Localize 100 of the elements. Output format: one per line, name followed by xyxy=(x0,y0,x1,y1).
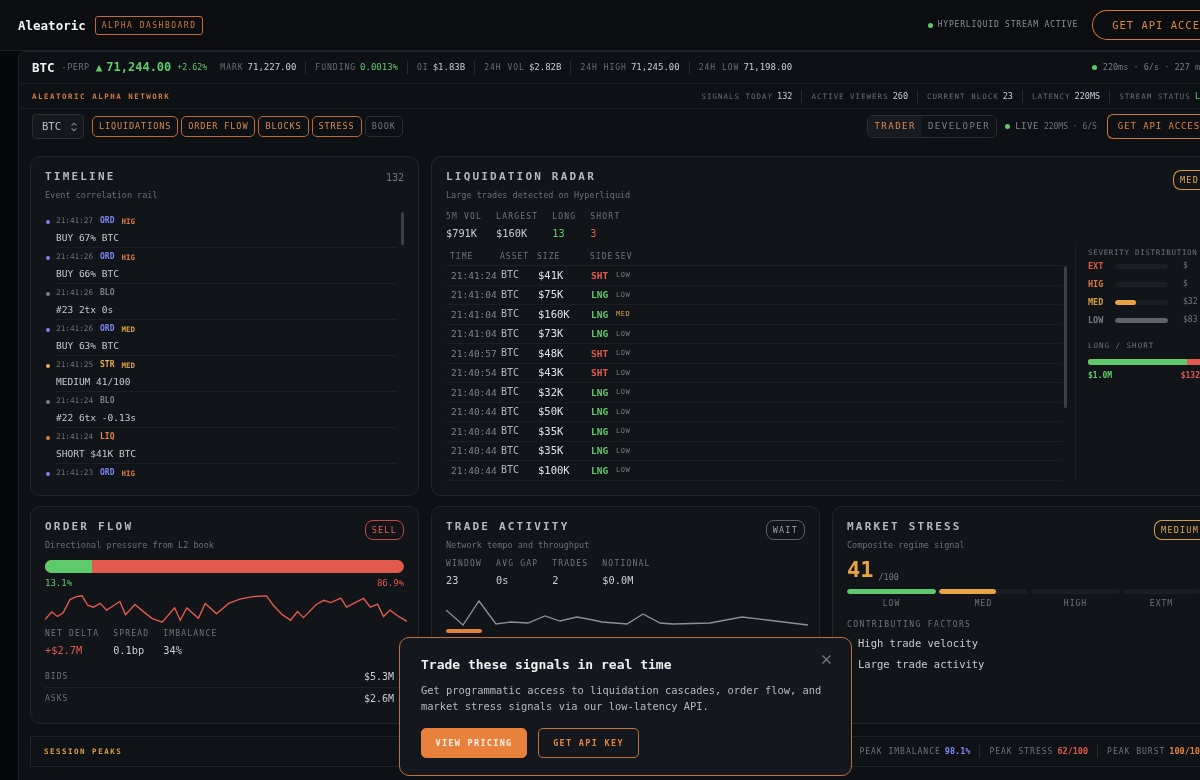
card-subtitle: Network tempo and throughput xyxy=(446,540,590,551)
stat-value: 71,198.00 xyxy=(743,62,793,73)
side-cell-text: LNG xyxy=(591,406,610,418)
stat-label: 24H LOW xyxy=(698,62,740,73)
stat-value: $0.0M xyxy=(602,574,635,587)
severity-value: $ xyxy=(1183,261,1188,271)
asset-cell-text: BTC xyxy=(501,327,521,340)
peak-value: 98.1% xyxy=(944,746,971,757)
last-price: 71,244.00 xyxy=(106,60,172,75)
size-cell-text: $100K xyxy=(538,463,571,477)
filter-toggle[interactable]: STRESS xyxy=(311,116,362,137)
side-cell-text: LNG xyxy=(591,289,610,301)
stat-label: FUNDING xyxy=(315,62,357,73)
time-cell-text: 21:40:44 xyxy=(451,425,498,437)
card-subtitle: Event correlation rail xyxy=(45,190,158,201)
stat-value: 3 xyxy=(590,227,598,240)
size-cell-text: $50K xyxy=(538,405,565,419)
stat-value: 23 xyxy=(1002,90,1013,102)
asset-cell-text: BTC xyxy=(501,405,521,418)
long-value: $1.0M xyxy=(1088,371,1113,381)
price-arrow: ▲ xyxy=(95,60,103,75)
stat-label: 24H HIGH xyxy=(580,62,627,73)
factor-text: High trade velocity xyxy=(857,637,980,650)
sell-percent: 86.9% xyxy=(376,578,404,589)
stress-score: 41 xyxy=(847,559,874,581)
api-access-button[interactable]: GET API ACCES xyxy=(1106,114,1200,139)
status-badge: WAIT xyxy=(765,520,805,540)
asset-cell-text: BTC xyxy=(501,425,521,438)
brand-name: Aleatoric xyxy=(18,17,86,33)
api-key-button[interactable]: GET API KEY xyxy=(538,728,639,758)
time-cell-text: 21:41:24 xyxy=(451,269,498,281)
stat-label: NET DELTA xyxy=(45,629,100,639)
asset-cell-text: BTC xyxy=(501,269,521,282)
asset-cell-text: BTC xyxy=(501,386,521,399)
mode-tab[interactable]: TRADER xyxy=(868,116,922,137)
popup-text: Get programmatic access to liquidation cascades, order flow, and market stress signals via our low-latency API. xyxy=(421,683,823,714)
book-label: ASKS xyxy=(45,694,69,704)
section-label: CONTRIBUTING FACTORS xyxy=(847,619,973,630)
stat-value: L xyxy=(1194,90,1200,102)
side-cell-text: LNG xyxy=(591,308,610,320)
card-title: MARKET STRESS xyxy=(847,520,963,534)
live-label: LIVE xyxy=(1015,121,1039,132)
close-icon[interactable] xyxy=(822,655,831,664)
filter-toggle[interactable]: LIQUIDATIONS xyxy=(92,116,179,137)
event-text: BUY 66% BTC xyxy=(56,267,120,280)
live-stats: 220MS · 6/S xyxy=(1043,121,1097,132)
card-subtitle: Directional pressure from L2 book xyxy=(45,540,214,551)
stat-value: 23 xyxy=(446,574,460,587)
time-cell-text: 21:41:04 xyxy=(451,289,498,301)
updown-chevron-icon xyxy=(71,121,77,132)
severity-value: $ xyxy=(1183,279,1188,289)
filter-toggle[interactable]: BLOCKS xyxy=(258,116,309,137)
stat-value: 34% xyxy=(163,644,183,657)
event-type: BLO xyxy=(100,288,115,298)
event-text: SHORT $41K BTC xyxy=(56,447,138,460)
time-cell-text: 21:40:44 xyxy=(451,406,498,418)
asset-cell-text: BTC xyxy=(501,464,521,477)
contract-type: -PERP xyxy=(61,62,90,73)
segment-label: MED xyxy=(973,599,994,609)
asset-cell-text: BTC xyxy=(501,444,521,457)
score-scale: /100 xyxy=(878,572,899,581)
segment-label: EXTM xyxy=(1148,599,1175,609)
asset-cell-text: BTC xyxy=(501,366,521,379)
asset-cell-text: BTC xyxy=(501,308,521,321)
stat-value: 220MS xyxy=(1074,90,1101,102)
event-type: ORD xyxy=(100,324,115,334)
size-cell-text: $160K xyxy=(538,307,571,321)
event-type: ORD xyxy=(100,216,115,226)
peak-value: 100/10 xyxy=(1169,746,1200,757)
severity-label: EXT xyxy=(1088,260,1105,272)
severity-label: MED xyxy=(1088,296,1105,308)
stat-label: LARGEST xyxy=(496,212,539,222)
side-cell-text: LNG xyxy=(591,464,610,476)
factor-text: Large trade activity xyxy=(857,657,986,671)
event-type: BLO xyxy=(100,396,115,406)
peak-label: PEAK STRESS xyxy=(989,746,1054,757)
stat-value: 71,245.00 xyxy=(630,62,680,73)
side-cell-text: SHT xyxy=(591,367,610,379)
stream-status: HYPERLIQUID STREAM ACTIVE xyxy=(937,20,1079,30)
severity-label: LOW xyxy=(1088,314,1105,326)
filter-toggle[interactable]: BOOK xyxy=(364,116,403,137)
asset-select[interactable]: BTC xyxy=(32,114,84,139)
time-cell-text: 21:40:44 xyxy=(451,445,498,457)
size-cell-text: $73K xyxy=(538,327,565,341)
filter-toggle[interactable]: ORDER FLOW xyxy=(181,116,256,137)
column-header: SIDE xyxy=(590,251,615,262)
column-header: SIZE xyxy=(537,251,562,262)
card-title: ORDER FLOW xyxy=(45,520,135,534)
time-cell-text: 21:40:44 xyxy=(451,386,498,398)
event-type: ORD xyxy=(100,468,115,478)
stat-value: $2.82B xyxy=(528,62,562,73)
stat-value: 0s xyxy=(496,574,510,587)
popup-title: Trade these signals in real time xyxy=(421,657,672,673)
time-cell-text: 21:40:57 xyxy=(451,347,498,359)
event-text: BUY 63% BTC xyxy=(56,339,120,352)
book-label: BIDS xyxy=(45,671,69,682)
stat-label: WINDOW xyxy=(446,559,483,569)
size-cell-text: $32K xyxy=(538,385,565,399)
activity-bar xyxy=(446,629,482,633)
card-subtitle: Large trades detected on Hyperliquid xyxy=(446,190,631,201)
